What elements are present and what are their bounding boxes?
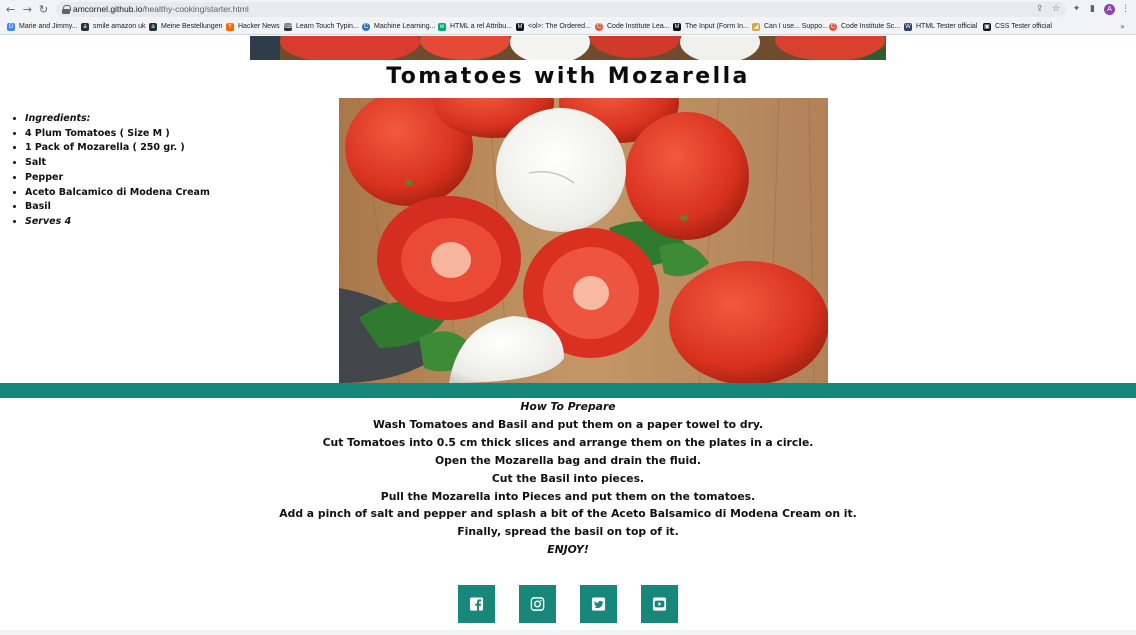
preparation-step: Pull the Mozarella into Pieces and put t… bbox=[380, 489, 756, 503]
instagram-icon bbox=[530, 597, 545, 611]
preparation-heading: How To Prepare bbox=[520, 400, 616, 413]
extensions-icon[interactable]: ✦ bbox=[1070, 3, 1083, 16]
bookmarks-bar: G Marie and Jimmy... a smile amazon uk a… bbox=[0, 19, 1136, 34]
bookmark-item[interactable]: ◢ Can I use... Suppo... bbox=[752, 19, 828, 34]
validator-icon: W bbox=[904, 22, 912, 31]
code-institute-icon: C bbox=[829, 22, 837, 31]
bookmark-item[interactable]: Y Hacker News bbox=[226, 19, 280, 34]
list-item: 4 Plum Tomatoes ( Size M ) bbox=[25, 127, 325, 142]
bookmark-item[interactable]: a Meine Bestellungen bbox=[149, 19, 223, 34]
w3schools-icon: w bbox=[438, 22, 446, 31]
servings-note: Serves 4 bbox=[25, 215, 325, 230]
code-institute-icon: C bbox=[595, 22, 603, 31]
ingredients-list: Ingredients: 4 Plum Tomatoes ( Size M ) … bbox=[25, 112, 325, 230]
dish-photo bbox=[339, 98, 828, 383]
instagram-link[interactable] bbox=[519, 585, 556, 623]
menu-kebab-icon[interactable]: ⋮ bbox=[1119, 3, 1132, 16]
side-panel-icon[interactable]: ▮ bbox=[1086, 3, 1099, 16]
browser-chrome: ← → ↻ amcornel.github.io/healthy-cooking… bbox=[0, 0, 1136, 35]
dish-photo-graphic bbox=[339, 98, 828, 383]
hero-image-strip bbox=[250, 36, 886, 60]
bookmark-item[interactable]: ▣ CSS Tester official bbox=[983, 19, 1052, 34]
bookmark-star-icon[interactable]: ☆ bbox=[1052, 3, 1060, 16]
bookmarks-overflow-icon[interactable]: » bbox=[1120, 19, 1125, 34]
url-text[interactable]: amcornel.github.io/healthy-cooking/start… bbox=[73, 3, 249, 16]
lock-icon[interactable] bbox=[62, 5, 71, 14]
caniuse-icon: ◢ bbox=[752, 22, 760, 31]
bookmark-item[interactable]: w HTML a rel Attribu... bbox=[438, 19, 512, 34]
page-title: Tomatoes with Mozarella bbox=[386, 64, 750, 89]
facebook-icon bbox=[469, 597, 484, 611]
reload-icon[interactable]: ↻ bbox=[37, 3, 50, 16]
forward-arrow-icon[interactable]: → bbox=[21, 3, 34, 16]
hero-photo-graphic bbox=[250, 36, 886, 60]
coursera-icon: C bbox=[362, 22, 370, 31]
bookmark-item[interactable]: M <ol>: The Ordered... bbox=[516, 19, 591, 34]
address-bar[interactable]: amcornel.github.io/healthy-cooking/start… bbox=[56, 2, 1066, 17]
preparation-step: Finally, spread the basil on top of it. bbox=[457, 525, 679, 539]
list-item: Aceto Balcamico di Modena Cream bbox=[25, 186, 325, 201]
preparation-step: Open the Mozarella bag and drain the flu… bbox=[434, 453, 702, 467]
list-item: 1 Pack of Mozarella ( 250 gr. ) bbox=[25, 141, 325, 156]
typing-icon: ⌨ bbox=[284, 22, 293, 31]
youtube-icon bbox=[652, 597, 667, 611]
bookmark-item[interactable]: ⌨ Learn Touch Typin... bbox=[284, 19, 359, 34]
share-icon[interactable]: ⇪ bbox=[1036, 3, 1044, 16]
bookmark-item[interactable]: M The Input (Form In... bbox=[673, 19, 749, 34]
facebook-link[interactable] bbox=[458, 585, 495, 623]
mdn-icon: M bbox=[516, 22, 524, 31]
hacker-news-icon: Y bbox=[226, 22, 234, 31]
list-item: Basil bbox=[25, 200, 325, 215]
amazon-icon: a bbox=[81, 22, 89, 31]
youtube-link[interactable] bbox=[641, 585, 678, 623]
validator-icon: ▣ bbox=[983, 22, 991, 31]
bookmark-item[interactable]: C Code Institute Lea... bbox=[595, 19, 670, 34]
bookmark-item[interactable]: a smile amazon uk bbox=[81, 19, 146, 34]
preparation-step: Wash Tomatoes and Basil and put them on … bbox=[372, 417, 764, 431]
ingredients-heading: Ingredients: bbox=[25, 112, 325, 127]
preparation-step: Add a pinch of salt and pepper and splas… bbox=[279, 507, 857, 521]
preparation-step: Cut the Basil into pieces. bbox=[491, 471, 645, 485]
twitter-icon bbox=[591, 597, 606, 611]
bookmark-item[interactable]: G Marie and Jimmy... bbox=[7, 19, 78, 34]
preparation-step: Cut Tomatoes into 0.5 cm thick slices an… bbox=[322, 435, 814, 449]
section-divider-band bbox=[0, 383, 1136, 398]
bookmark-item[interactable]: C Machine Learning... bbox=[362, 19, 435, 34]
twitter-link[interactable] bbox=[580, 585, 617, 623]
amazon-icon: a bbox=[149, 22, 157, 31]
google-icon: G bbox=[7, 22, 15, 31]
list-item: Pepper bbox=[25, 171, 325, 186]
back-arrow-icon[interactable]: ← bbox=[4, 3, 17, 16]
profile-avatar[interactable]: A bbox=[1104, 4, 1115, 15]
preparation-section: How To Prepare Wash Tomatoes and Basil a… bbox=[200, 398, 936, 559]
bookmark-item[interactable]: C Code Institute Sc... bbox=[829, 19, 900, 34]
window-bottom-edge bbox=[0, 630, 1136, 635]
enjoy-text: ENJOY! bbox=[547, 543, 589, 557]
mdn-icon: M bbox=[673, 22, 681, 31]
bookmark-item[interactable]: W HTML Tester official bbox=[904, 19, 977, 34]
browser-toolbar: ← → ↻ amcornel.github.io/healthy-cooking… bbox=[0, 0, 1136, 19]
list-item: Salt bbox=[25, 156, 325, 171]
